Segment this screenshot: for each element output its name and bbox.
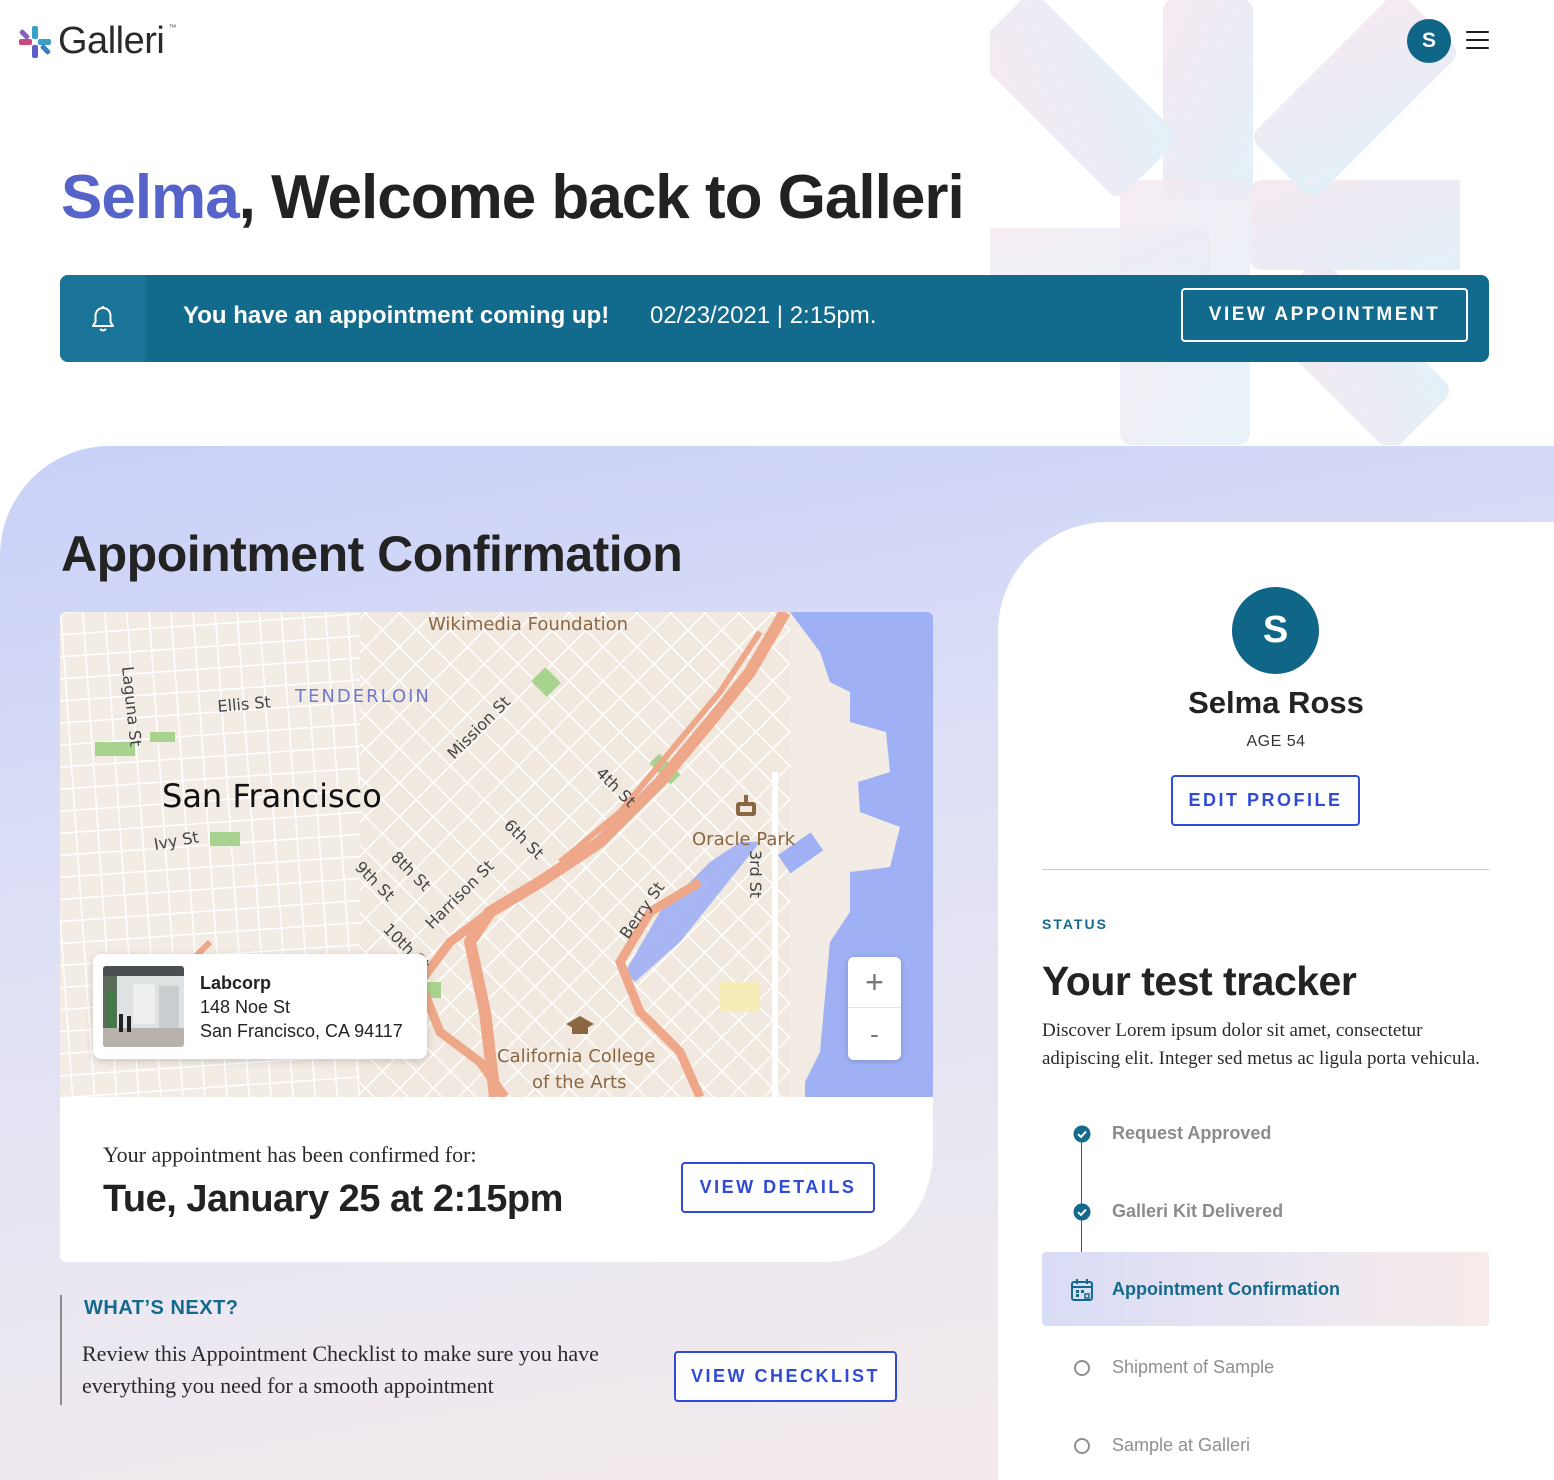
- zoom-in-button[interactable]: +: [848, 957, 901, 1008]
- tracker-step-label: Galleri Kit Delivered: [1112, 1201, 1284, 1221]
- location-photo: [103, 966, 184, 1047]
- galleri-logo[interactable]: Galleri ™: [18, 20, 178, 63]
- confirmation-label: Your appointment has been confirmed for:: [103, 1142, 477, 1167]
- tracker-step-label: Shipment of Sample: [1112, 1357, 1275, 1377]
- tracker-step: Request Approved: [1070, 1122, 1271, 1146]
- background-star-graphic: [990, 0, 1460, 445]
- empty-circle-icon: [1070, 1434, 1094, 1458]
- header-avatar[interactable]: S: [1407, 19, 1451, 63]
- tracker-step-active: Appointment Confirmation: [1070, 1278, 1340, 1302]
- user-first-name: Selma: [61, 163, 240, 232]
- tracker-step: Shipment of Sample: [1070, 1356, 1274, 1380]
- panel-divider: [1042, 869, 1489, 870]
- location-address-line2: San Francisco, CA 94117: [200, 1021, 403, 1041]
- tracker-step-label: Sample at Galleri: [1112, 1435, 1251, 1455]
- map-label-college-line1: California College: [497, 1046, 655, 1067]
- map-label-wikimedia: Wikimedia Foundation: [428, 614, 628, 635]
- appointment-card: Wikimedia Foundation TENDERLOIN Ellis St…: [60, 612, 933, 1262]
- view-appointment-button[interactable]: VIEW APPOINTMENT: [1181, 288, 1468, 342]
- profile-avatar: S: [1232, 587, 1319, 674]
- map-label-oracle-park: Oracle Park: [692, 829, 796, 850]
- tracker-description: Discover Lorem ipsum dolor sit amet, con…: [1042, 1020, 1480, 1069]
- whats-next-title: WHAT’S NEXT?: [84, 1297, 239, 1319]
- logo-wordmark: Galleri: [58, 20, 165, 62]
- tracker-step-label: Request Approved: [1112, 1123, 1272, 1143]
- welcome-text: , Welcome back to Galleri: [238, 163, 965, 232]
- map-label-college-line2: of the Arts: [532, 1072, 626, 1093]
- whats-next-text: Review this Appointment Checklist to mak…: [82, 1341, 599, 1398]
- banner-message: You have an appointment coming up!: [183, 302, 610, 329]
- appointment-banner: You have an appointment coming up! 02/23…: [60, 275, 1489, 362]
- zoom-out-button[interactable]: -: [848, 1009, 901, 1060]
- confirmation-date: Tue, January 25 at 2:15pm: [103, 1178, 563, 1220]
- view-details-button[interactable]: VIEW DETAILS: [681, 1162, 875, 1213]
- location-address-line1: 148 Noe St: [200, 997, 291, 1017]
- calendar-icon: [1070, 1278, 1094, 1302]
- hamburger-menu-icon[interactable]: [1466, 31, 1489, 51]
- edit-profile-button[interactable]: EDIT PROFILE: [1171, 775, 1360, 826]
- map-label-3rd: 3rd St: [746, 850, 765, 898]
- check-circle-icon: [1070, 1200, 1094, 1224]
- location-name: Labcorp: [200, 973, 272, 993]
- status-label: STATUS: [1042, 916, 1108, 932]
- tracker-step: Sample at Galleri: [1070, 1434, 1250, 1458]
- bell-icon: [60, 275, 146, 362]
- tracker-step-label: Appointment Confirmation: [1112, 1279, 1340, 1299]
- empty-circle-icon: [1070, 1356, 1094, 1380]
- profile-age: AGE 54: [1246, 733, 1306, 750]
- check-circle-icon: [1070, 1122, 1094, 1146]
- tracker-title: Your test tracker: [1042, 958, 1357, 1004]
- galleri-star-icon: [19, 25, 51, 58]
- welcome-heading: Selma, Welcome back to Galleri: [61, 162, 965, 233]
- profile-name: Selma Ross: [1188, 685, 1364, 720]
- tracker-step: Galleri Kit Delivered: [1070, 1200, 1283, 1224]
- map-label-san-francisco: San Francisco: [162, 777, 382, 815]
- map-zoom-controls: + -: [848, 957, 901, 1060]
- trademark-symbol: ™: [168, 23, 177, 32]
- banner-datetime: 02/23/2021 | 2:15pm.: [650, 302, 877, 329]
- whats-next-divider: [60, 1295, 62, 1405]
- location-card[interactable]: Labcorp 148 Noe St San Francisco, CA 941…: [93, 954, 427, 1059]
- appointment-confirmation-title: Appointment Confirmation: [61, 526, 683, 582]
- view-checklist-button[interactable]: VIEW CHECKLIST: [674, 1351, 897, 1402]
- map-label-tenderloin: TENDERLOIN: [294, 686, 431, 707]
